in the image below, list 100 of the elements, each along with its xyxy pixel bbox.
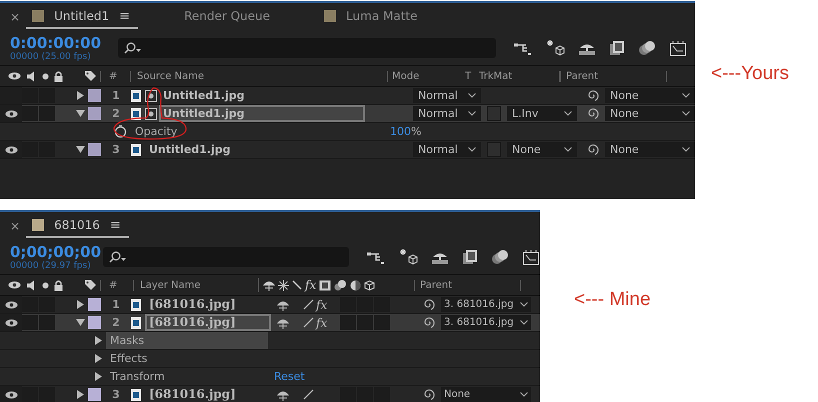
disclosure-triangle-icon[interactable]: [94, 354, 103, 363]
annotation-text: <--- Mine: [574, 289, 651, 311]
blend-mode-dropdown[interactable]: Normal: [413, 142, 481, 157]
property-value[interactable]: 100%: [390, 125, 422, 138]
solo-dot-icon: [42, 282, 49, 288]
search-field[interactable]: [118, 38, 496, 58]
label-color-swatch[interactable]: [88, 316, 101, 329]
close-icon[interactable]: ×: [10, 10, 20, 24]
eye-icon[interactable]: [4, 110, 18, 118]
burst-cube-icon[interactable]: [545, 39, 565, 57]
label-color-swatch[interactable]: [88, 388, 101, 401]
shy-icon[interactable]: [277, 298, 289, 310]
label-color-swatch[interactable]: [88, 89, 101, 102]
close-icon[interactable]: ×: [10, 219, 20, 233]
tab[interactable]: Untitled1 ≡: [26, 5, 138, 29]
shy-icon[interactable]: [277, 388, 289, 400]
layer-row[interactable]: 1 [681016.jpg] fx 3. 681016.jpg: [0, 296, 540, 314]
graph-editor-icon[interactable]: [522, 248, 540, 266]
layer-row[interactable]: 1 Untitled1.jpg Normal None: [0, 87, 695, 105]
disclosure-triangle-icon[interactable]: [76, 390, 85, 399]
column-header[interactable]: TrkMat: [479, 70, 560, 82]
disclosure-triangle-icon[interactable]: [76, 109, 85, 118]
eye-icon[interactable]: [4, 390, 18, 398]
parent-dropdown[interactable]: None: [605, 106, 695, 121]
hierarchy-icon[interactable]: [514, 41, 532, 55]
shy-icon[interactable]: [277, 316, 289, 328]
chevron-icon: [468, 111, 476, 116]
property-group-name[interactable]: Masks: [106, 332, 268, 349]
parent-dropdown[interactable]: 3. 681016.jpg: [441, 297, 531, 312]
blend-mode-dropdown[interactable]: Normal: [413, 88, 481, 103]
column-header[interactable]: Parent: [560, 70, 667, 82]
tab[interactable]: Luma Matte: [318, 5, 426, 29]
stopwatch-icon[interactable]: [114, 125, 127, 138]
hierarchy-icon[interactable]: [367, 250, 385, 264]
disclosure-triangle-icon[interactable]: [76, 91, 85, 100]
column-header[interactable]: Layer Name: [133, 280, 258, 290]
preserve-transparency-toggle[interactable]: [487, 106, 501, 121]
parent-dropdown[interactable]: None: [605, 142, 695, 157]
spiral-icon[interactable]: [423, 298, 435, 310]
image-file-icon: [131, 388, 141, 400]
overlapping-circles-icon[interactable]: [491, 249, 509, 265]
quality-slash-icon[interactable]: [303, 299, 314, 310]
disclosure-triangle-icon[interactable]: [76, 300, 85, 309]
property-group-row[interactable]: Masks: [0, 332, 540, 350]
effects-toggle[interactable]: fx: [316, 316, 340, 330]
eye-icon: [8, 72, 21, 80]
film-stack-icon[interactable]: [609, 40, 625, 56]
eye-icon[interactable]: [4, 146, 18, 154]
label-color-swatch[interactable]: [88, 107, 101, 120]
parent-dropdown[interactable]: None: [441, 387, 531, 402]
layer-name[interactable]: [681016.jpg]: [145, 296, 271, 313]
layer-row[interactable]: 3 Untitled1.jpg Normal None None: [0, 141, 695, 159]
menu-icon[interactable]: ≡: [119, 8, 130, 24]
timecode[interactable]: 0:00:00:00: [10, 34, 118, 52]
layer-name[interactable]: [681016.jpg]: [145, 386, 271, 402]
property-group-name[interactable]: Effects: [106, 350, 268, 367]
tab[interactable]: 681016 ≡: [26, 214, 129, 238]
blend-mode-dropdown[interactable]: Normal: [413, 106, 481, 121]
track-matte-dropdown[interactable]: L.Inv: [507, 106, 577, 121]
spiral-icon[interactable]: [423, 316, 435, 328]
eye-icon[interactable]: [4, 300, 18, 308]
reset-link[interactable]: Reset: [274, 370, 305, 383]
parent-dropdown[interactable]: None: [605, 88, 695, 103]
property-name[interactable]: Opacity: [135, 125, 390, 138]
spiral-icon[interactable]: [587, 144, 599, 156]
disclosure-triangle-icon[interactable]: [76, 318, 85, 327]
property-row[interactable]: Opacity 100%: [0, 123, 695, 141]
graph-editor-icon[interactable]: [669, 40, 687, 56]
layer-name[interactable]: Untitled1.jpg: [159, 105, 365, 122]
property-group-name[interactable]: Transform: [106, 368, 268, 385]
layer-name[interactable]: Untitled1.jpg: [159, 87, 365, 104]
column-header[interactable]: Source Name: [130, 70, 387, 82]
spiral-icon[interactable]: [587, 90, 599, 102]
layer-row[interactable]: 3 [681016.jpg] None: [0, 386, 540, 402]
quality-slash-icon[interactable]: [303, 389, 314, 400]
tab[interactable]: Render Queue: [178, 5, 278, 29]
label-color-swatch[interactable]: [88, 143, 101, 156]
overlapping-circles-icon[interactable]: [638, 40, 656, 56]
layer-row[interactable]: 2 [681016.jpg] fx 3. 681016.jpg: [0, 314, 540, 332]
track-matte-dropdown[interactable]: None: [507, 142, 577, 157]
column-header[interactable]: Mode: [387, 70, 465, 82]
disclosure-triangle-icon[interactable]: [94, 372, 103, 381]
quality-slash-icon[interactable]: [303, 317, 314, 328]
eye-icon[interactable]: [4, 318, 18, 326]
film-stack-icon[interactable]: [462, 249, 478, 265]
timecode[interactable]: 0;00;00;00: [10, 244, 103, 260]
column-header[interactable]: Parent: [414, 280, 521, 290]
parent-dropdown[interactable]: 3. 681016.jpg: [441, 315, 531, 330]
spiral-icon[interactable]: [423, 388, 435, 400]
burst-cube-icon[interactable]: [398, 248, 418, 266]
disclosure-triangle-icon[interactable]: [94, 336, 103, 345]
layer-name[interactable]: Untitled1.jpg: [145, 141, 367, 158]
layer-row[interactable]: 2 Untitled1.jpg Normal L.Inv None: [0, 105, 695, 123]
layer-name[interactable]: [681016.jpg]: [145, 314, 271, 331]
label-color-swatch[interactable]: [88, 298, 101, 311]
effects-toggle[interactable]: fx: [316, 298, 340, 312]
menu-icon[interactable]: ≡: [110, 218, 121, 232]
spiral-icon[interactable]: [587, 108, 599, 120]
search-field[interactable]: [102, 247, 349, 267]
disclosure-triangle-icon[interactable]: [76, 145, 85, 154]
